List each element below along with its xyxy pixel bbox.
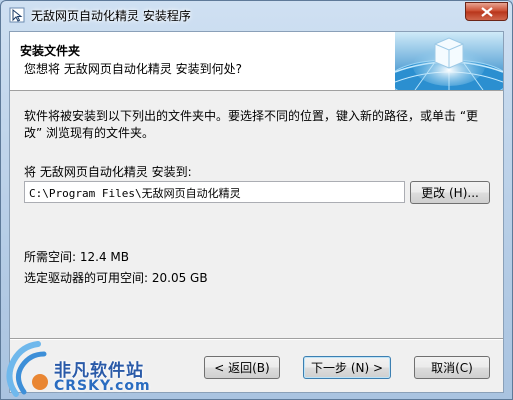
next-accelerator: (N) > [350, 360, 384, 375]
back-label: < 返回 [214, 361, 253, 375]
instructions-text: 软件将被安装到以下列出的文件夹中。要选择不同的位置，键入新的路径，或单击 “更改… [24, 109, 479, 140]
install-path-field[interactable]: C:\Program Files\无敌网页自动化精灵 [24, 181, 405, 203]
next-label: 下一步 [310, 361, 347, 375]
close-icon [480, 6, 493, 17]
change-folder-button[interactable]: 更改 (H)... [410, 181, 490, 204]
watermark-english: CRSKY.com [54, 378, 151, 394]
page-subtitle: 您想将 无敌网页自动化精灵 安装到何处? [24, 62, 242, 76]
page-title: 安装文件夹 [20, 44, 81, 58]
wizard-header: 安装文件夹 您想将 无敌网页自动化精灵 安装到何处? [10, 32, 503, 91]
space-required-text: 所需空间: 12.4 MB [24, 250, 129, 264]
back-button[interactable]: < 返回 (B) [204, 356, 280, 379]
back-accelerator: (B) [252, 360, 270, 375]
site-watermark: 非凡软件站 CRSKY.com [2, 338, 162, 398]
cancel-accelerator: (C) [455, 360, 473, 375]
next-button[interactable]: 下一步 (N) > [303, 356, 391, 379]
install-location-label: 将 无敌网页自动化精灵 安装到: [24, 165, 192, 179]
title-bar[interactable]: 无敌网页自动化精灵 安装程序 [1, 1, 513, 29]
close-button[interactable] [465, 2, 508, 21]
header-globe-icon [395, 32, 503, 90]
change-accelerator: (H)... [449, 185, 479, 200]
app-icon [9, 7, 25, 23]
space-available-text: 选定驱动器的可用空间: 20.05 GB [24, 271, 208, 285]
watermark-logo-icon [6, 341, 48, 397]
window-title: 无敌网页自动化精灵 安装程序 [31, 9, 191, 23]
cancel-button[interactable]: 取消 (C) [414, 356, 490, 379]
change-label: 更改 [421, 186, 446, 200]
cancel-label: 取消 [431, 361, 456, 375]
